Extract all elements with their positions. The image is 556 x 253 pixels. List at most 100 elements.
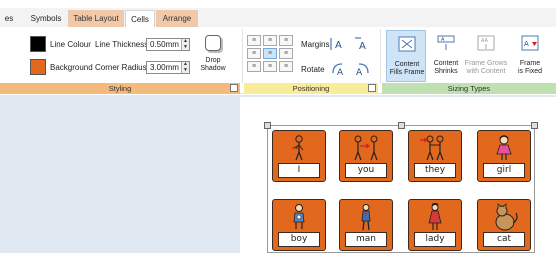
- symbol-card[interactable]: you: [339, 130, 393, 182]
- line-thickness-value: 0.50mm: [150, 40, 179, 49]
- line-colour-label[interactable]: Line Colour: [50, 40, 91, 49]
- symbol-card-label: man: [345, 232, 387, 247]
- frame-is-fixed-button[interactable]: A Frame is Fixed: [510, 30, 550, 82]
- tab-symbols[interactable]: Symbols: [26, 10, 66, 27]
- sizing-line2: is Fixed: [517, 68, 543, 75]
- align-top-left-button[interactable]: ≡: [247, 35, 261, 46]
- frame-grows-label: Frame Grows with Content: [464, 60, 508, 76]
- lady-icon: [428, 203, 442, 230]
- tab-arrange[interactable]: Arrange: [156, 10, 198, 27]
- align-middle-right-button[interactable]: ≡: [279, 48, 293, 59]
- align-top-center-button[interactable]: ≡: [263, 35, 277, 46]
- symbol-card[interactable]: they: [408, 130, 462, 182]
- align-top-right-button[interactable]: ≡: [279, 35, 293, 46]
- ribbon: Line Colour Background Line Thickness: 0…: [0, 27, 556, 94]
- drop-shadow-icon[interactable]: [205, 35, 221, 51]
- app-window: es Symbols Table Layout Cells Arrange Li…: [0, 0, 556, 253]
- svg-text:A: A: [337, 68, 344, 76]
- frame-is-fixed-label: Frame is Fixed: [510, 60, 550, 76]
- styling-group-label: Styling: [0, 83, 240, 94]
- spinner-arrows-icon[interactable]: ▲ ▼: [181, 61, 189, 73]
- girl-icon: [496, 135, 512, 160]
- sizing-line2: with Content: [466, 68, 506, 75]
- rotate-label: Rotate: [301, 65, 325, 74]
- group-separator: [380, 29, 381, 83]
- styling-title: Styling: [108, 84, 132, 93]
- dialog-launcher-icon[interactable]: [230, 84, 238, 92]
- margins-shrink-icon[interactable]: A: [353, 36, 371, 52]
- drop-shadow-button[interactable]: Drop Shadow: [198, 57, 228, 73]
- man-icon: [361, 204, 371, 231]
- corner-radius-value: 3.00mm: [150, 63, 179, 72]
- resize-handle[interactable]: [398, 122, 405, 129]
- background-label[interactable]: Background: [50, 63, 93, 72]
- content-fills-frame-icon: [398, 36, 416, 52]
- align-bottom-left-button[interactable]: ≡: [247, 61, 261, 72]
- tab-rules[interactable]: es: [0, 10, 18, 27]
- sizing-types-group-label: Sizing Types: [382, 83, 556, 94]
- positioning-group-label: Positioning: [244, 83, 378, 94]
- symbol-card[interactable]: I: [272, 130, 326, 182]
- rotate-right-icon[interactable]: A: [353, 60, 371, 76]
- symbol-card[interactable]: man: [339, 199, 393, 251]
- spinner-arrows-icon[interactable]: ▲ ▼: [181, 38, 189, 50]
- svg-text:A: A: [356, 68, 363, 76]
- cat-icon: [495, 203, 518, 231]
- frame-is-fixed-icon: A: [521, 35, 539, 51]
- symbol-card[interactable]: lady: [408, 199, 462, 251]
- person-pointing-self-icon: [292, 135, 304, 161]
- align-middle-left-button[interactable]: ≡: [247, 48, 261, 59]
- resize-handle[interactable]: [264, 122, 271, 129]
- resize-handle[interactable]: [531, 122, 538, 129]
- sizing-line1: Frame Grows: [464, 60, 508, 67]
- dialog-launcher-icon[interactable]: [368, 84, 376, 92]
- line-thickness-label: Line Thickness:: [95, 40, 151, 49]
- svg-text:AA: AA: [481, 38, 489, 44]
- corner-radius-label: Corner Radius:: [95, 63, 149, 72]
- alignment-grid: ≡ ≡ ≡ ≡ ≡ ≡ ≡ ≡ ≡: [247, 35, 295, 75]
- symbol-card[interactable]: boy: [272, 199, 326, 251]
- line-thickness-spinner[interactable]: 0.50mm ▲ ▼: [146, 38, 190, 51]
- sizing-title: Sizing Types: [447, 84, 491, 93]
- svg-text:A: A: [524, 40, 529, 48]
- group-people-icon: [420, 135, 444, 161]
- corner-radius-spinner[interactable]: 3.00mm ▲ ▼: [146, 61, 190, 74]
- align-middle-center-button[interactable]: ≡: [263, 48, 277, 59]
- person-pointing-other-icon: [354, 135, 378, 161]
- svg-text:A: A: [441, 37, 445, 43]
- symbol-card-label: I: [278, 163, 320, 178]
- symbol-card-label: girl: [483, 163, 525, 178]
- symbol-card-label: lady: [414, 232, 456, 247]
- symbol-card-label: cat: [483, 232, 525, 247]
- sizing-line2: Fills Frame: [389, 69, 425, 76]
- symbol-card-label: boy: [278, 232, 320, 247]
- drop-shadow-line2: Shadow: [200, 65, 226, 72]
- background-swatch[interactable]: [30, 59, 46, 75]
- symbol-card-label: they: [414, 163, 456, 178]
- group-separator: [242, 29, 243, 83]
- content-fills-frame-button[interactable]: Content Fills Frame: [386, 30, 426, 82]
- content-shrinks-icon: A: [437, 35, 455, 50]
- content-shrinks-label: Content Shrinks: [426, 60, 466, 76]
- tab-cells[interactable]: Cells: [125, 10, 155, 27]
- sizing-line1: Content: [433, 60, 459, 67]
- sizing-line1: Content: [394, 61, 420, 68]
- symbol-card[interactable]: cat: [477, 199, 531, 251]
- line-colour-swatch[interactable]: [30, 36, 46, 52]
- svg-text:A: A: [359, 41, 366, 52]
- symbol-card-label: you: [345, 163, 387, 178]
- sizing-line2: Shrinks: [434, 68, 458, 75]
- margins-expand-icon[interactable]: A: [330, 36, 348, 52]
- positioning-title: Positioning: [292, 84, 330, 93]
- margins-label: Margins: [301, 40, 330, 49]
- align-bottom-right-button[interactable]: ≡: [279, 61, 293, 72]
- align-bottom-center-button[interactable]: ≡: [263, 61, 277, 72]
- sizing-line1: Frame: [519, 60, 541, 67]
- content-shrinks-button[interactable]: A Content Shrinks: [426, 30, 466, 82]
- frame-grows-icon: AA: [477, 35, 495, 51]
- symbol-card[interactable]: girl: [477, 130, 531, 182]
- rotate-left-icon[interactable]: A: [330, 60, 348, 76]
- tab-table-layout[interactable]: Table Layout: [68, 10, 124, 27]
- svg-text:A: A: [335, 40, 342, 51]
- frame-grows-button[interactable]: AA Frame Grows with Content: [464, 30, 508, 82]
